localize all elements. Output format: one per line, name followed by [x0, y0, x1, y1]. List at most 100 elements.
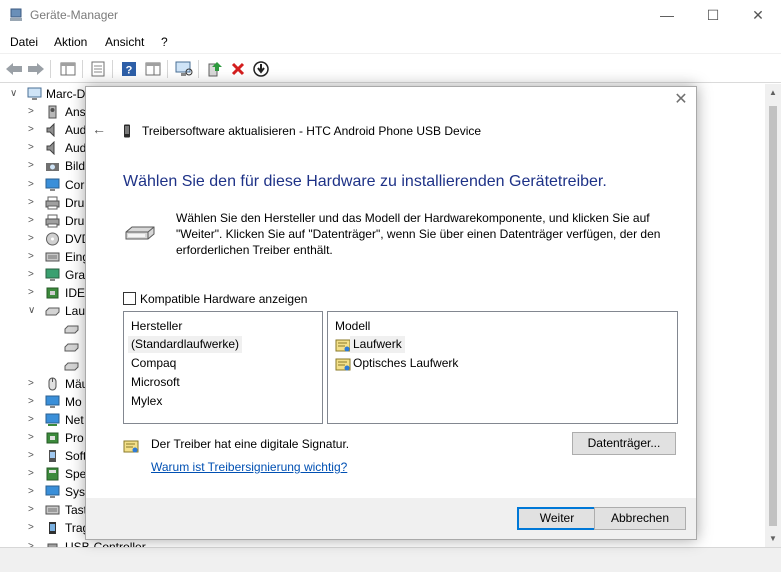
chevron-right-icon[interactable]: >: [28, 504, 38, 516]
tree-item-label: Ans: [65, 105, 86, 120]
chevron-right-icon[interactable]: >: [28, 233, 38, 245]
manufacturer-list-header: Hersteller: [131, 319, 183, 333]
properties-icon: [91, 61, 105, 77]
chevron-right-icon[interactable]: >: [28, 106, 38, 118]
tree-item-label: Tast: [65, 503, 88, 518]
chevron-right-icon[interactable]: >: [28, 124, 38, 136]
menu-datei[interactable]: Datei: [10, 35, 38, 49]
manufacturer-list[interactable]: Hersteller (Standardlaufwerke) Compaq Mi…: [123, 311, 323, 424]
update-driver-button[interactable]: [205, 59, 225, 79]
device-manager-icon: [10, 8, 22, 21]
menu-ansicht[interactable]: Ansicht: [105, 35, 144, 49]
menu-aktion[interactable]: Aktion: [54, 35, 87, 49]
toolbar-separator: [50, 60, 51, 78]
maximize-button[interactable]: ☐: [690, 0, 736, 31]
chevron-right-icon[interactable]: >: [28, 251, 38, 263]
model-list-header: Modell: [335, 319, 371, 333]
mouse-icon: [48, 377, 57, 391]
model-item[interactable]: Laufwerk: [350, 336, 405, 353]
cancel-button[interactable]: Abbrechen: [594, 507, 686, 530]
display-adapter-icon: [45, 268, 60, 281]
toolbar: ?: [0, 53, 781, 83]
close-button[interactable]: ✕: [735, 0, 781, 31]
properties-button[interactable]: [88, 59, 108, 79]
show-hide-console-tree-button[interactable]: [58, 59, 78, 79]
tree-item-label: Dru: [65, 195, 85, 210]
next-button[interactable]: Weiter: [517, 507, 597, 530]
chevron-right-icon[interactable]: >: [28, 432, 38, 444]
chevron-down-icon[interactable]: ∨: [10, 88, 20, 100]
monitor-icon: [45, 395, 60, 408]
tree-item-label: Mo: [65, 394, 82, 409]
driver-certificate-icon: [335, 358, 351, 371]
chevron-right-icon[interactable]: >: [28, 414, 38, 426]
chevron-right-icon[interactable]: >: [28, 269, 38, 281]
dvd-icon: [46, 232, 59, 246]
compatible-hardware-checkbox[interactable]: [123, 292, 136, 305]
menu-bar: Datei Aktion Ansicht ?: [0, 31, 781, 53]
dialog-back-arrow-icon[interactable]: ←: [92, 122, 106, 136]
chevron-right-icon[interactable]: >: [28, 215, 38, 227]
vertical-scrollbar[interactable]: ▲ ▼: [765, 84, 781, 547]
chevron-right-icon[interactable]: >: [28, 468, 38, 480]
signature-info-link[interactable]: Warum ist Treibersignierung wichtig?: [151, 460, 347, 474]
help-button[interactable]: ?: [119, 59, 139, 79]
manufacturer-item[interactable]: (Standardlaufwerke): [128, 336, 243, 353]
tree-item-label: Bild: [65, 159, 86, 174]
tree-item-label: Aud: [65, 123, 87, 138]
chevron-right-icon[interactable]: >: [28, 396, 38, 408]
scan-hardware-button[interactable]: [174, 59, 194, 79]
console-tree-icon: [60, 62, 76, 76]
speaker-icon: [46, 141, 55, 156]
chevron-right-icon[interactable]: >: [28, 142, 38, 154]
scroll-up-arrow-icon[interactable]: ▲: [765, 84, 781, 101]
chevron-right-icon[interactable]: >: [28, 450, 38, 462]
help-icon: ?: [122, 62, 136, 77]
manufacturer-item[interactable]: Microsoft: [131, 375, 180, 392]
system-icon: [45, 485, 60, 499]
tree-item-label: Lau: [65, 304, 86, 319]
minimize-button[interactable]: —: [644, 0, 690, 31]
have-disk-button[interactable]: Datenträger...: [572, 432, 676, 455]
disable-button[interactable]: [251, 59, 271, 79]
compatible-hardware-label[interactable]: Kompatible Hardware anzeigen: [140, 292, 307, 306]
dialog-description: Wählen Sie den Hersteller und das Modell…: [176, 211, 661, 257]
chevron-down-icon[interactable]: ∨: [28, 305, 38, 317]
network-icon: [45, 413, 60, 426]
tree-item-label: Pro: [65, 430, 84, 445]
ide-icon: [46, 287, 59, 299]
scroll-down-arrow-icon[interactable]: ▼: [765, 530, 781, 547]
download-circle-icon: [253, 61, 269, 77]
chevron-right-icon[interactable]: >: [28, 522, 38, 534]
chevron-right-icon[interactable]: >: [28, 179, 38, 191]
chevron-right-icon[interactable]: >: [28, 287, 38, 299]
menu-help[interactable]: ?: [161, 35, 168, 49]
camera-icon: [46, 163, 59, 172]
back-button[interactable]: [4, 59, 24, 79]
computer-icon: [27, 87, 42, 100]
dialog-close-icon[interactable]: ✕: [673, 92, 689, 108]
scroll-thumb[interactable]: [769, 106, 777, 526]
view-button[interactable]: [143, 59, 163, 79]
title-bar: Geräte-Manager — ☐ ✕: [0, 0, 781, 31]
chevron-right-icon[interactable]: >: [28, 486, 38, 498]
arrow-left-icon: [6, 63, 22, 75]
chevron-right-icon[interactable]: >: [28, 197, 38, 209]
tree-item-label: Gra: [65, 268, 86, 282]
printer-icon: [45, 214, 60, 228]
manufacturer-item[interactable]: Mylex: [131, 394, 162, 411]
dialog-heading: Wählen Sie den für diese Hardware zu ins…: [123, 173, 607, 190]
model-item[interactable]: Optisches Laufwerk: [353, 356, 458, 373]
tree-item-label: Soft: [65, 449, 87, 463]
chevron-right-icon[interactable]: >: [28, 160, 38, 172]
manufacturer-item[interactable]: Compaq: [131, 356, 176, 373]
monitor-scan-icon: [175, 61, 193, 76]
processor-icon: [46, 432, 59, 444]
toolbar-separator: [82, 60, 83, 78]
chevron-right-icon[interactable]: >: [28, 378, 38, 390]
update-driver-icon: [208, 62, 222, 77]
uninstall-button[interactable]: [228, 59, 248, 79]
model-list[interactable]: Modell Laufwerk Optisches Laufwerk: [327, 311, 678, 424]
forward-button[interactable]: [26, 59, 46, 79]
arrow-right-icon: [28, 63, 44, 75]
